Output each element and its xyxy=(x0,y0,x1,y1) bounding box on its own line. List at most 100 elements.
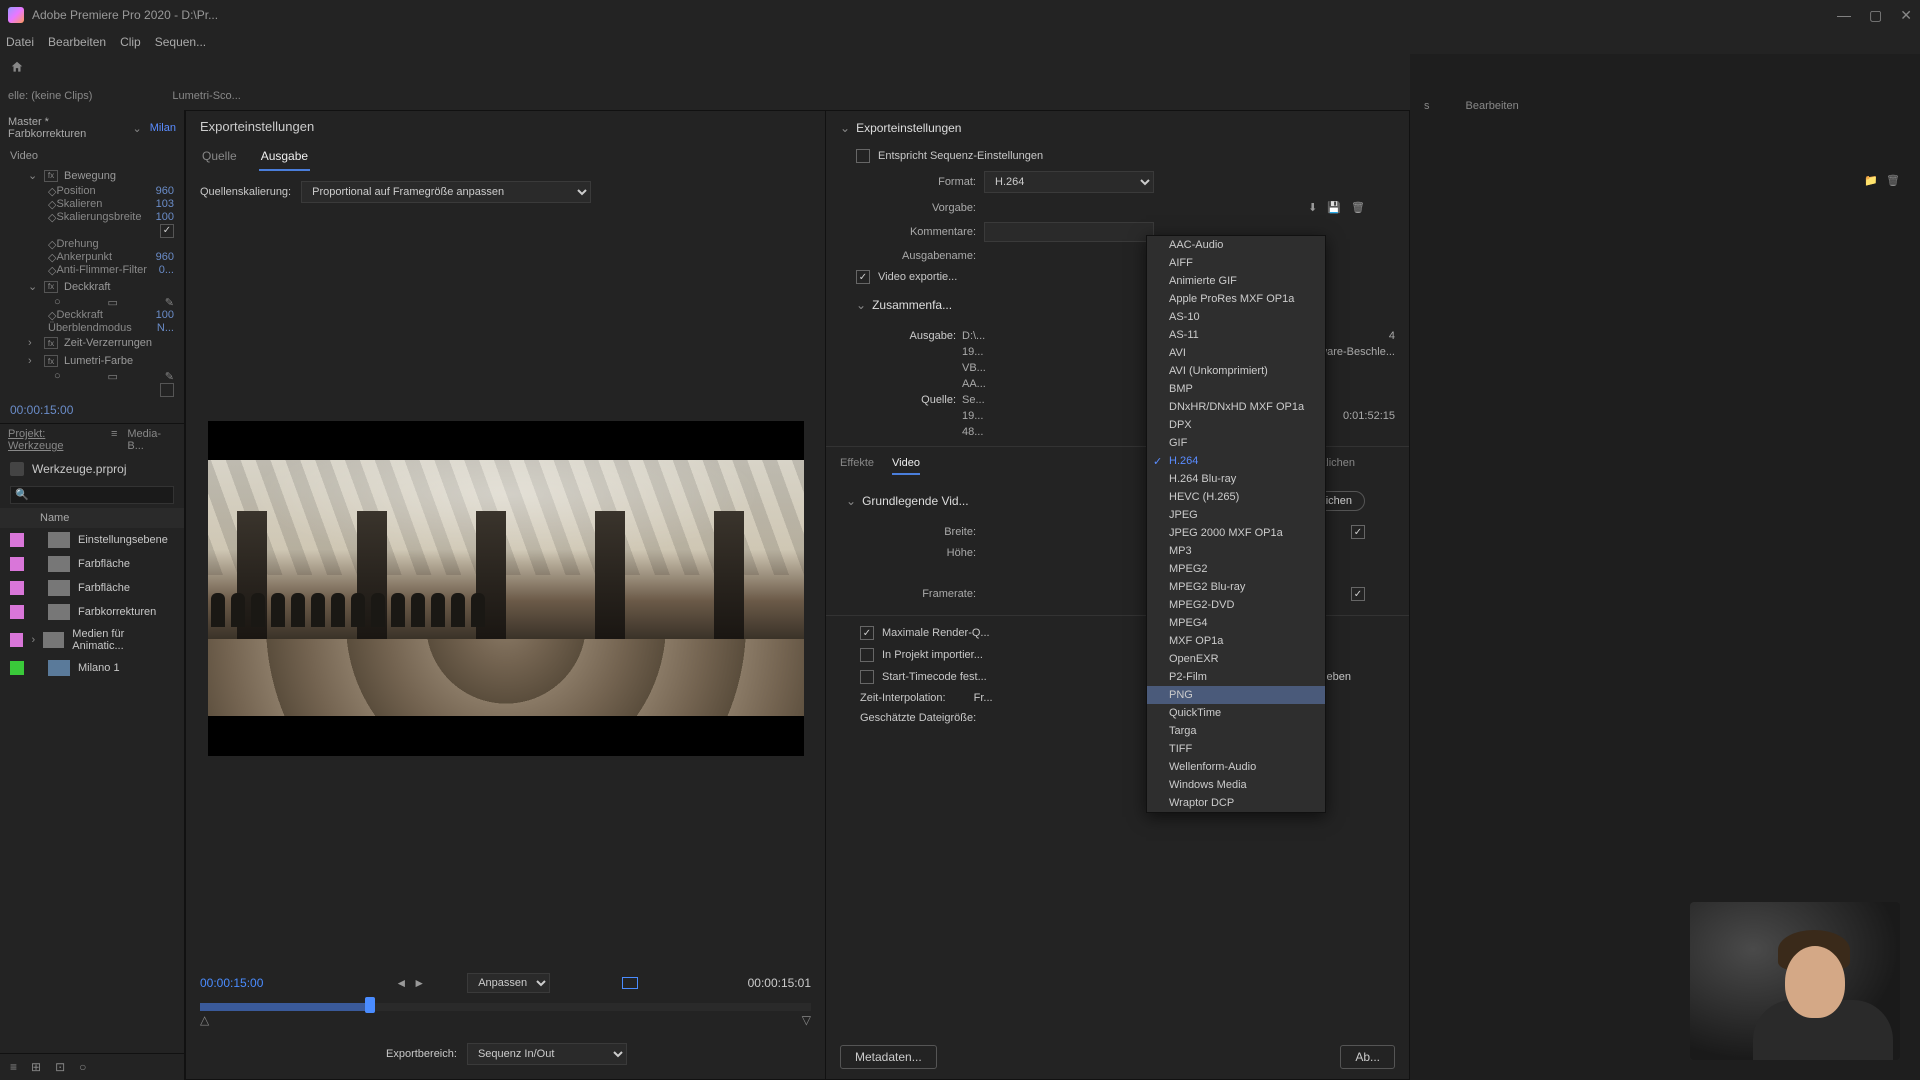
link-fps-cb[interactable] xyxy=(1351,587,1365,601)
chevron-down-icon[interactable]: ⌄ xyxy=(132,122,141,135)
folder-icon[interactable]: 📁 xyxy=(1864,174,1878,187)
format-option[interactable]: H.264 Blu-ray xyxy=(1147,470,1325,488)
search-input[interactable] xyxy=(10,486,174,504)
prop-scale[interactable]: ◇Skalieren103 xyxy=(0,198,184,211)
format-option[interactable]: MPEG2 Blu-ray xyxy=(1147,578,1325,596)
menu-clip[interactable]: Clip xyxy=(120,35,141,49)
menu-file[interactable]: Datei xyxy=(6,35,34,49)
comment-input[interactable] xyxy=(984,222,1154,242)
format-option[interactable]: TIFF xyxy=(1147,740,1325,758)
format-option[interactable]: AS-11 xyxy=(1147,326,1325,344)
format-option[interactable]: Animierte GIF xyxy=(1147,272,1325,290)
format-option[interactable]: AVI (Unkomprimiert) xyxy=(1147,362,1325,380)
import-project-cb[interactable] xyxy=(860,648,874,662)
step-back-icon[interactable]: ◄ xyxy=(395,976,407,990)
format-option[interactable]: Targa xyxy=(1147,722,1325,740)
cancel-button[interactable]: Ab... xyxy=(1340,1045,1395,1069)
range-select[interactable]: Sequenz In/Out xyxy=(467,1043,627,1065)
format-option[interactable]: P2-Film xyxy=(1147,668,1325,686)
delete-preset-icon[interactable]: 🗑 xyxy=(1351,201,1365,214)
timeline-track[interactable]: △▽ xyxy=(186,1003,825,1035)
out-marker[interactable]: ▽ xyxy=(802,1013,811,1027)
preview-video[interactable] xyxy=(208,421,804,756)
zoom-icon[interactable]: ○ xyxy=(79,1060,86,1074)
save-preset-icon[interactable]: 💾 xyxy=(1327,201,1341,214)
format-option[interactable]: MP3 xyxy=(1147,542,1325,560)
step-fwd-icon[interactable]: ► xyxy=(413,976,425,990)
start-timecode-cb[interactable] xyxy=(860,670,874,684)
lumetri-masks[interactable]: ○▭✎ xyxy=(0,370,184,383)
prop-position[interactable]: ◇Position960 xyxy=(0,185,184,198)
prop-flicker[interactable]: ◇Anti-Flimmer-Filter0... xyxy=(0,264,184,277)
format-option[interactable]: MPEG2 xyxy=(1147,560,1325,578)
prop-rotation[interactable]: ◇Drehung xyxy=(0,238,184,251)
format-option[interactable]: MPEG4 xyxy=(1147,614,1325,632)
format-option[interactable]: OpenEXR xyxy=(1147,650,1325,668)
project-item[interactable]: Farbfläche xyxy=(0,552,184,576)
format-option[interactable]: MPEG2-DVD xyxy=(1147,596,1325,614)
trash-icon[interactable]: 🗑 xyxy=(1886,174,1900,187)
format-option[interactable]: Apple ProRes MXF OP1a xyxy=(1147,290,1325,308)
prop-blend[interactable]: ÜberblendmodusN... xyxy=(0,322,184,334)
tab-output[interactable]: Ausgabe xyxy=(259,143,310,171)
timecode-start[interactable]: 00:00:15:00 xyxy=(200,976,263,990)
tab-media[interactable]: Media-B... xyxy=(127,428,176,452)
format-dropdown[interactable]: AAC-AudioAIFFAnimierte GIFApple ProRes M… xyxy=(1146,235,1326,813)
effect-time-remap[interactable]: ›fxZeit-Verzerrungen xyxy=(0,334,184,352)
menu-sequence[interactable]: Sequen... xyxy=(155,35,206,49)
format-option[interactable]: AVI xyxy=(1147,344,1325,362)
fit-select[interactable]: Anpassen xyxy=(467,973,550,993)
format-option[interactable]: BMP xyxy=(1147,380,1325,398)
project-item[interactable]: Farbkorrekturen xyxy=(0,600,184,624)
project-search[interactable] xyxy=(0,482,184,508)
format-option[interactable]: Wraptor DCP xyxy=(1147,794,1325,812)
effect-opacity[interactable]: ⌄fxDeckkraft xyxy=(0,277,184,296)
format-option[interactable]: QuickTime xyxy=(1147,704,1325,722)
format-option[interactable]: Windows Media xyxy=(1147,776,1325,794)
format-option[interactable]: AIFF xyxy=(1147,254,1325,272)
chevron-down-icon[interactable]: ⌄ xyxy=(840,121,850,135)
tab-video[interactable]: Video xyxy=(892,453,920,475)
scaling-select[interactable]: Proportional auf Framegröße anpassen xyxy=(301,181,591,203)
uniform-scale-cb[interactable] xyxy=(0,224,184,238)
prop-opacity-val[interactable]: ◇Deckkraft100 xyxy=(0,309,184,322)
minimize-icon[interactable]: — xyxy=(1837,7,1851,24)
list-view-icon[interactable]: ≡ xyxy=(10,1060,17,1074)
format-option[interactable]: PNG xyxy=(1147,686,1325,704)
project-item[interactable]: Milano 1 xyxy=(0,656,184,680)
close-icon[interactable]: ✕ xyxy=(1900,7,1912,24)
freeform-icon[interactable]: ⊡ xyxy=(55,1060,65,1074)
format-option[interactable]: DPX xyxy=(1147,416,1325,434)
icon-view-icon[interactable]: ⊞ xyxy=(31,1060,41,1074)
maximize-icon[interactable]: ▢ xyxy=(1869,7,1882,24)
format-option[interactable]: H.264 xyxy=(1147,452,1325,470)
metadata-button[interactable]: Metadaten... xyxy=(840,1045,937,1069)
opacity-masks[interactable]: ○▭✎ xyxy=(0,296,184,309)
effect-motion[interactable]: ⌄fxBewegung xyxy=(0,166,184,185)
download-preset-icon[interactable]: ⬇ xyxy=(1308,201,1317,214)
export-video-cb[interactable] xyxy=(856,270,870,284)
chevron-down-icon[interactable]: ⌄ xyxy=(846,494,856,508)
match-sequence-cb[interactable] xyxy=(856,149,870,163)
tab-source[interactable]: Quelle xyxy=(200,143,239,171)
tab-effects[interactable]: Effekte xyxy=(840,453,874,475)
clip-label[interactable]: Milan xyxy=(150,122,176,134)
format-option[interactable]: JPEG 2000 MXF OP1a xyxy=(1147,524,1325,542)
hamburger-icon[interactable]: ≡ xyxy=(111,428,117,452)
tab-project[interactable]: Projekt: Werkzeuge xyxy=(8,428,101,452)
format-select[interactable]: H.264 xyxy=(984,171,1154,193)
playhead[interactable] xyxy=(365,997,375,1013)
format-option[interactable]: DNxHR/DNxHD MXF OP1a xyxy=(1147,398,1325,416)
col-name[interactable]: Name xyxy=(0,508,184,528)
home-icon[interactable] xyxy=(10,60,30,76)
format-option[interactable]: Wellenform-Audio xyxy=(1147,758,1325,776)
expand-icon[interactable]: › xyxy=(31,634,35,646)
interp-value[interactable]: Fr... xyxy=(974,692,993,704)
format-option[interactable]: AAC-Audio xyxy=(1147,236,1325,254)
format-option[interactable]: HEVC (H.265) xyxy=(1147,488,1325,506)
effect-lumetri[interactable]: ›fxLumetri-Farbe xyxy=(0,352,184,370)
menu-edit[interactable]: Bearbeiten xyxy=(48,35,106,49)
format-option[interactable]: MXF OP1a xyxy=(1147,632,1325,650)
format-option[interactable]: JPEG xyxy=(1147,506,1325,524)
prop-anchor[interactable]: ◇Ankerpunkt960 xyxy=(0,251,184,264)
